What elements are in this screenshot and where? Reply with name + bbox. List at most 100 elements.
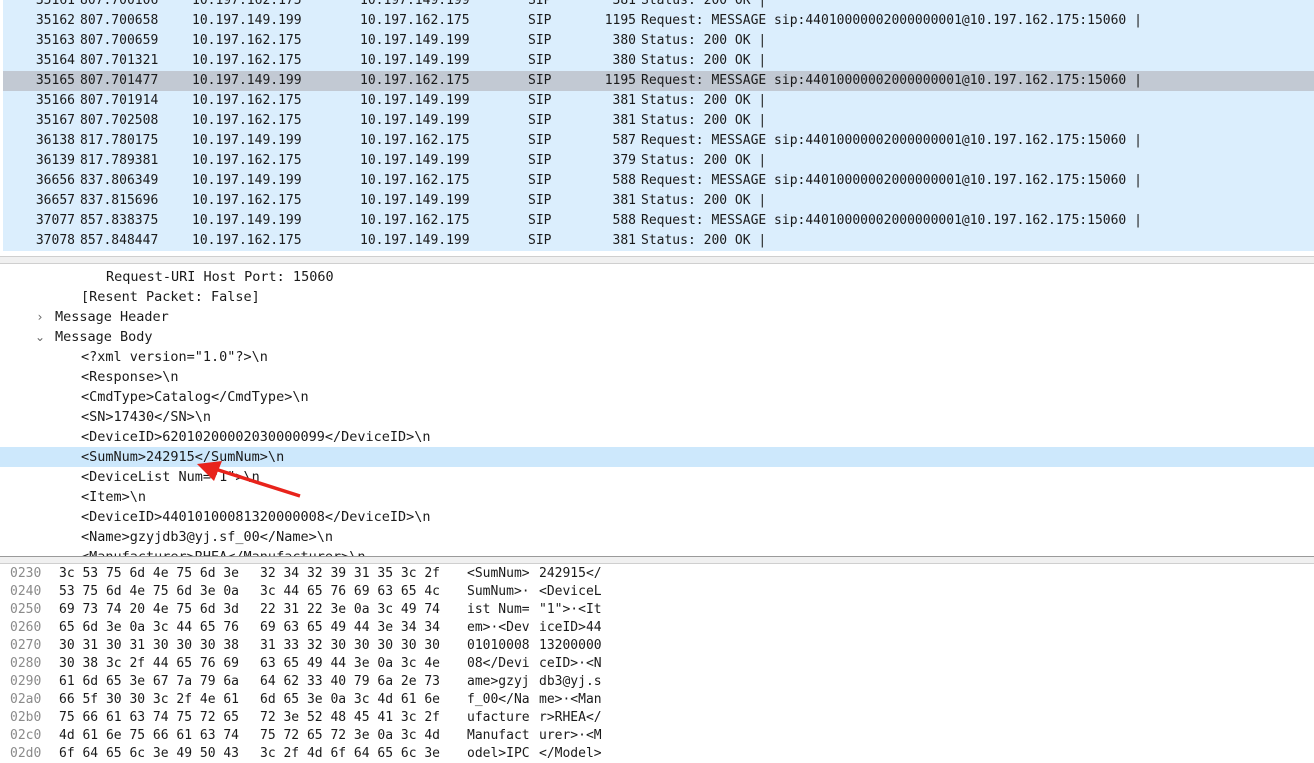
packet-len-cell: 381 — [612, 93, 636, 108]
hex-dump-row[interactable]: 0290 61 6d 65 3e 67 7a 79 6a 64 62 33 40 7… — [0, 673, 1314, 691]
detail-field-row[interactable]: <SumNum>242915</SumNum>\n — [0, 447, 1314, 467]
hex-bytes: 31 33 32 30 30 30 30 30 — [260, 638, 441, 653]
packet-dst-cell: 10.197.149.199 — [360, 53, 470, 68]
packet-no-cell: 37077 — [35, 213, 75, 228]
hex-bytes: 65 6d 3e 0a 3c 44 65 76 — [59, 620, 240, 635]
ascii-bytes: urer>·<M — [539, 728, 602, 743]
hex-offset: 0270 — [10, 638, 42, 653]
hex-bytes: 53 75 6d 4e 75 6d 3e 0a — [59, 584, 240, 599]
packet-no-cell: 37078 — [35, 233, 75, 248]
packet-row[interactable]: 36656 837.806349 10.197.149.199 10.197.162.… — [3, 171, 1314, 191]
packet-row[interactable]: 35161 807.700106 10.197.162.175 10.197.149.… — [3, 0, 1314, 11]
packet-src-cell: 10.197.162.175 — [192, 93, 302, 108]
hex-bytes: 6d 65 3e 0a 3c 4d 61 6e — [260, 692, 441, 707]
ascii-bytes: me>·<Man — [539, 692, 602, 707]
detail-field-row[interactable]: <DeviceID>62010200002030000099</DeviceID… — [0, 427, 1314, 447]
detail-tree-node[interactable]: › Message Header — [0, 307, 1314, 327]
hex-dump-row[interactable]: 0230 3c 53 75 6d 4e 75 6d 3e 32 34 32 39 3… — [0, 565, 1314, 583]
hex-bytes: 32 34 32 39 31 35 3c 2f — [260, 566, 441, 581]
detail-field-row[interactable]: <Name>gzyjdb3@yj.sf_00</Name>\n — [0, 527, 1314, 547]
packet-time-cell: 807.701914 — [80, 93, 159, 108]
hex-offset: 0250 — [10, 602, 42, 617]
packet-src-cell: 10.197.149.199 — [192, 213, 302, 228]
hex-bytes: 3c 2f 4d 6f 64 65 6c 3e — [260, 746, 441, 761]
detail-field-row[interactable]: <DeviceID>44010100081320000008</DeviceID… — [0, 507, 1314, 527]
detail-tree-node[interactable]: ⌄ Message Body — [0, 327, 1314, 347]
packet-row[interactable]: 36139 817.789381 10.197.162.175 10.197.149.… — [3, 151, 1314, 171]
packet-time-cell: 807.702508 — [80, 113, 159, 128]
detail-field-text: <CmdType>Catalog</CmdType>\n — [81, 389, 309, 405]
packet-row[interactable]: 35162 807.700658 10.197.149.199 10.197.162.… — [3, 11, 1314, 31]
packet-row[interactable]: 35167 807.702508 10.197.162.175 10.197.149.… — [3, 111, 1314, 131]
packet-proto-cell: SIP — [528, 133, 552, 148]
packet-row[interactable]: 35166 807.701914 10.197.162.175 10.197.149.… — [3, 91, 1314, 111]
hex-offset: 02a0 — [10, 692, 42, 707]
hex-dump-row[interactable]: 02b0 75 66 61 63 74 75 72 65 72 3e 52 48 4… — [0, 709, 1314, 727]
hex-dump-row[interactable]: 02d0 6f 64 65 6c 3e 49 50 43 3c 2f 4d 6f 6… — [0, 745, 1314, 763]
ascii-bytes: <SumNum> — [467, 566, 530, 581]
detail-field-row[interactable]: <Manufacturer>RHEA</Manufacturer>\n — [0, 547, 1314, 556]
packet-time-cell: 837.815696 — [80, 193, 159, 208]
packet-row-selected[interactable]: 35165 807.701477 10.197.149.199 10.197.162.… — [3, 71, 1314, 91]
ascii-bytes: r>RHEA</ — [539, 710, 602, 725]
packet-info-cell: Status: 200 OK | — [641, 33, 767, 48]
packet-len-cell: 381 — [612, 0, 636, 8]
pane-splitter-top[interactable] — [0, 256, 1314, 264]
packet-row[interactable]: 36138 817.780175 10.197.149.199 10.197.162.… — [3, 131, 1314, 151]
ascii-bytes: iceID>44 — [539, 620, 602, 635]
packet-row[interactable]: 37078 857.848447 10.197.162.175 10.197.149.… — [3, 231, 1314, 251]
hex-dump-row[interactable]: 0280 30 38 3c 2f 44 65 76 69 63 65 49 44 3… — [0, 655, 1314, 673]
detail-field-row[interactable]: <CmdType>Catalog</CmdType>\n — [0, 387, 1314, 407]
hex-dump-row[interactable]: 0270 30 31 30 31 30 30 30 38 31 33 32 30 3… — [0, 637, 1314, 655]
detail-field-row[interactable]: <SN>17430</SN>\n — [0, 407, 1314, 427]
detail-field-row[interactable]: <Item>\n — [0, 487, 1314, 507]
packet-len-cell: 379 — [612, 153, 636, 168]
packet-row[interactable]: 35163 807.700659 10.197.162.175 10.197.149.… — [3, 31, 1314, 51]
hex-offset: 02b0 — [10, 710, 42, 725]
ascii-bytes: 242915</ — [539, 566, 602, 581]
packet-details-pane: Request-URI Host Port: 15060 [Resent Pack… — [0, 264, 1314, 556]
packet-no-cell: 35165 — [35, 73, 75, 88]
packet-proto-cell: SIP — [528, 93, 552, 108]
packet-info-cell: Request: MESSAGE sip:4401000000200000000… — [641, 133, 1142, 148]
hex-dump-row[interactable]: 0240 53 75 6d 4e 75 6d 3e 0a 3c 44 65 76 6… — [0, 583, 1314, 601]
packet-dst-cell: 10.197.149.199 — [360, 93, 470, 108]
detail-field-text: [Resent Packet: False] — [81, 289, 260, 305]
packet-len-cell: 1195 — [604, 73, 636, 88]
detail-field-row[interactable]: Request-URI Host Port: 15060 — [0, 267, 1314, 287]
chevron-down-icon[interactable]: ⌄ — [34, 327, 46, 347]
packet-src-cell: 10.197.149.199 — [192, 173, 302, 188]
packet-proto-cell: SIP — [528, 113, 552, 128]
packet-info-cell: Status: 200 OK | — [641, 93, 767, 108]
detail-field-text: Request-URI Host Port: 15060 — [106, 269, 334, 285]
chevron-right-icon[interactable]: › — [34, 307, 46, 327]
hex-dump-row[interactable]: 0250 69 73 74 20 4e 75 6d 3d 22 31 22 3e 0… — [0, 601, 1314, 619]
packet-len-cell: 381 — [612, 233, 636, 248]
packet-dst-cell: 10.197.149.199 — [360, 233, 470, 248]
hex-bytes: 75 72 65 72 3e 0a 3c 4d — [260, 728, 441, 743]
packet-time-cell: 807.701477 — [80, 73, 159, 88]
hex-dump-row[interactable]: 02a0 66 5f 30 30 3c 2f 4e 61 6d 65 3e 0a 3… — [0, 691, 1314, 709]
detail-field-row[interactable]: <Response>\n — [0, 367, 1314, 387]
packet-row[interactable]: 37077 857.838375 10.197.149.199 10.197.162.… — [3, 211, 1314, 231]
detail-field-text: <Manufacturer>RHEA</Manufacturer>\n — [81, 547, 365, 556]
packet-len-cell: 381 — [612, 193, 636, 208]
detail-field-row[interactable]: <DeviceList Num="1">\n — [0, 467, 1314, 487]
packet-len-cell: 588 — [612, 213, 636, 228]
hex-bytes: 3c 53 75 6d 4e 75 6d 3e — [59, 566, 240, 581]
packet-info-cell: Request: MESSAGE sip:4401000000200000000… — [641, 13, 1142, 28]
hex-dump-row[interactable]: 02c0 4d 61 6e 75 66 61 63 74 75 72 65 72 3… — [0, 727, 1314, 745]
detail-field-text: <?xml version="1.0"?>\n — [81, 349, 268, 365]
detail-field-text: <Name>gzyjdb3@yj.sf_00</Name>\n — [81, 529, 333, 545]
detail-field-row[interactable]: <?xml version="1.0"?>\n — [0, 347, 1314, 367]
packet-src-cell: 10.197.162.175 — [192, 153, 302, 168]
pane-splitter-bottom[interactable] — [0, 556, 1314, 564]
packet-no-cell: 35162 — [35, 13, 75, 28]
packet-row[interactable]: 35164 807.701321 10.197.162.175 10.197.149.… — [3, 51, 1314, 71]
packet-row[interactable]: 36657 837.815696 10.197.162.175 10.197.149.… — [3, 191, 1314, 211]
ascii-bytes: odel>IPC — [467, 746, 530, 761]
hex-dump-row[interactable]: 0260 65 6d 3e 0a 3c 44 65 76 69 63 65 49 4… — [0, 619, 1314, 637]
hex-offset: 0280 — [10, 656, 42, 671]
packet-proto-cell: SIP — [528, 153, 552, 168]
detail-field-row[interactable]: [Resent Packet: False] — [0, 287, 1314, 307]
